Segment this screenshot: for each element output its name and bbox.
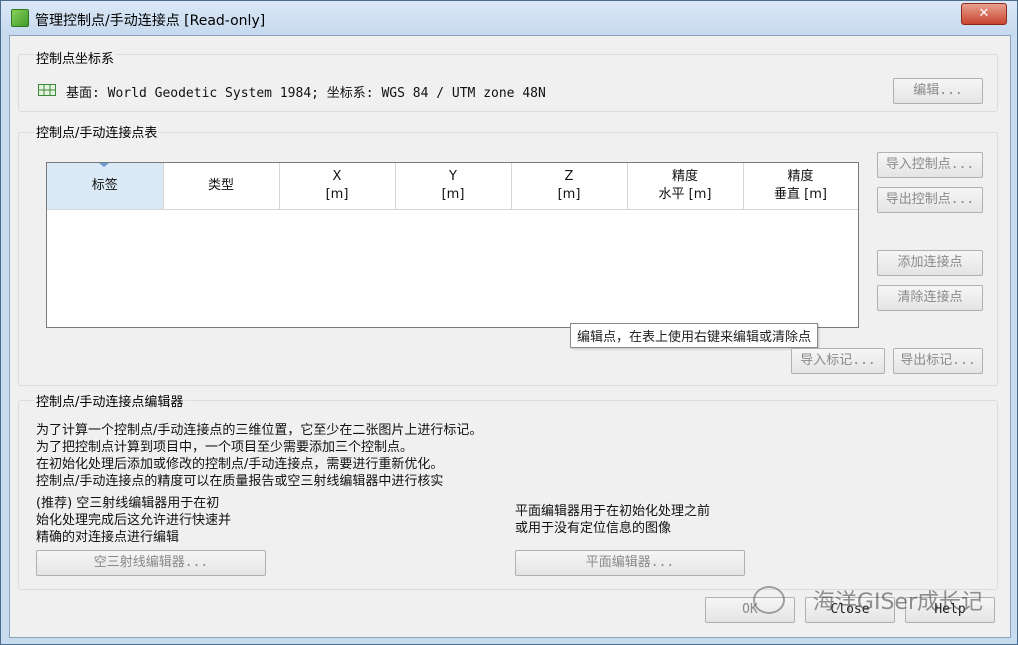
remove-tie-point-button[interactable]: 清除连接点 bbox=[877, 285, 983, 311]
sort-indicator-icon bbox=[99, 163, 109, 167]
gcp-table[interactable]: 标签 类型 X [m] Y [m] Z [m] 精度水平 [m] 精度垂直 [m] bbox=[46, 162, 859, 328]
ray-editor-description: 精确的对连接点进行编辑 bbox=[36, 530, 180, 545]
table-tooltip: 编辑点，在表上使用右键来编辑或清除点 bbox=[570, 323, 819, 348]
dialog-client-area: 控制点坐标系 基面: World Geodetic System 1984; 坐… bbox=[9, 35, 1011, 638]
column-header-y[interactable]: Y [m] bbox=[395, 163, 512, 210]
column-header-label-line1: 标签 bbox=[91, 178, 118, 193]
column-header-type[interactable]: 类型 bbox=[163, 163, 280, 210]
column-header-label[interactable]: 标签 bbox=[47, 163, 164, 210]
wechat-icon bbox=[753, 586, 785, 614]
editor-info-line: 控制点/手动连接点的精度可以在质量报告或空三射线编辑器中进行核实 bbox=[36, 474, 444, 489]
column-header-accuracy-horizontal[interactable]: 精度水平 [m] bbox=[627, 163, 744, 210]
column-header-y-line1: Y bbox=[449, 169, 457, 184]
column-header-acc-v-line2: 垂直 [m] bbox=[774, 187, 827, 202]
column-header-type-line1: 类型 bbox=[207, 178, 234, 193]
crs-description: 基面: World Geodetic System 1984; 坐标系: WGS… bbox=[66, 86, 546, 101]
ray-cloud-editor-button[interactable]: 空三射线编辑器... bbox=[36, 550, 266, 576]
window-title: 管理控制点/手动连接点 [Read-only] bbox=[35, 13, 266, 29]
column-header-z[interactable]: Z [m] bbox=[511, 163, 628, 210]
column-header-acc-h-line1: 精度 bbox=[671, 169, 698, 184]
add-tie-point-button[interactable]: 添加连接点 bbox=[877, 250, 983, 276]
column-header-acc-h-line2: 水平 [m] bbox=[658, 187, 712, 202]
close-window-button[interactable]: ✕ bbox=[961, 3, 1007, 25]
column-header-acc-v-line1: 精度 bbox=[787, 169, 814, 184]
dialog-window: 管理控制点/手动连接点 [Read-only] ✕ 控制点坐标系 基面: Wor… bbox=[0, 0, 1018, 645]
grid-icon bbox=[38, 84, 56, 96]
crs-group-title: 控制点坐标系 bbox=[34, 48, 117, 67]
import-gcp-button[interactable]: 导入控制点... bbox=[877, 152, 983, 178]
app-icon bbox=[11, 9, 29, 27]
column-header-x-line2: [m] bbox=[325, 187, 349, 202]
export-marks-button[interactable]: 导出标记... bbox=[893, 348, 983, 374]
gcp-table-group-title: 控制点/手动连接点表 bbox=[34, 122, 160, 141]
watermark-text: 海洋GISer成长记 bbox=[812, 590, 983, 615]
edit-crs-button[interactable]: 编辑... bbox=[893, 78, 983, 104]
export-gcp-button[interactable]: 导出控制点... bbox=[877, 187, 983, 213]
plane-editor-description: 或用于没有定位信息的图像 bbox=[515, 521, 672, 536]
column-header-x[interactable]: X [m] bbox=[279, 163, 396, 210]
editor-group-title: 控制点/手动连接点编辑器 bbox=[34, 391, 186, 410]
column-header-z-line1: Z bbox=[564, 169, 574, 184]
title-bar[interactable]: 管理控制点/手动连接点 [Read-only] ✕ bbox=[1, 1, 1017, 35]
column-header-x-line1: X bbox=[332, 169, 342, 184]
column-header-y-line2: [m] bbox=[441, 187, 465, 202]
column-header-z-line2: [m] bbox=[557, 187, 581, 202]
column-header-accuracy-vertical[interactable]: 精度垂直 [m] bbox=[743, 163, 858, 210]
plane-editor-button[interactable]: 平面编辑器... bbox=[515, 550, 745, 576]
import-marks-button[interactable]: 导入标记... bbox=[791, 348, 885, 374]
table-header-row: 标签 类型 X [m] Y [m] Z [m] 精度水平 [m] 精度垂直 [m] bbox=[47, 163, 858, 210]
